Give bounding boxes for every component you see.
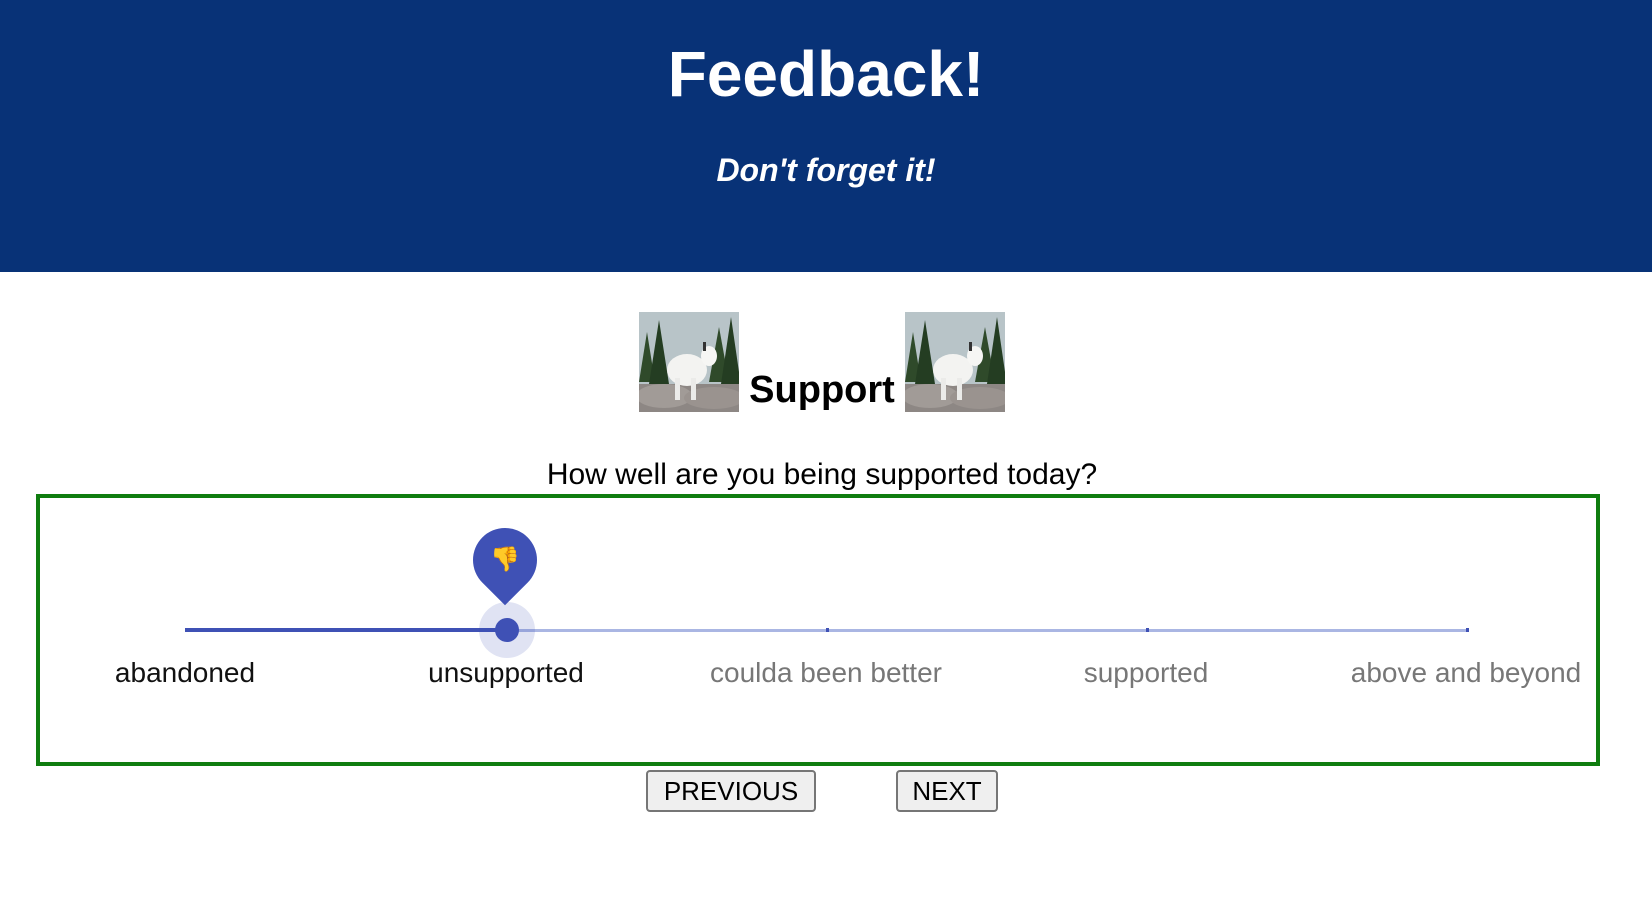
slider-thumb[interactable] bbox=[495, 618, 519, 642]
slider-track-filled bbox=[185, 628, 507, 632]
page-header: Feedback! Don't forget it! bbox=[0, 0, 1652, 272]
slider-mark-coulda-been-better[interactable]: coulda been better bbox=[710, 656, 942, 690]
support-question: How well are you being supported today? bbox=[546, 458, 1098, 491]
thumbs-down-icon: 👎 bbox=[490, 546, 520, 573]
next-button[interactable]: NEXT bbox=[896, 770, 998, 812]
slider-tick-mark bbox=[826, 628, 829, 632]
slider-tick-mark bbox=[1146, 628, 1149, 632]
section-heading: Support bbox=[0, 310, 1644, 412]
page-title: Feedback! bbox=[667, 38, 985, 110]
goat-image-right bbox=[904, 312, 1005, 412]
slider-mark-abandoned[interactable]: abandoned bbox=[115, 656, 255, 690]
goat-image-left bbox=[639, 312, 740, 412]
previous-button[interactable]: PREVIOUS bbox=[646, 770, 816, 812]
slider-tick-mark bbox=[1466, 628, 1469, 632]
slider-mark-above-and-beyond[interactable]: above and beyond bbox=[1351, 656, 1581, 690]
section-title: Support bbox=[749, 369, 895, 411]
slider-mark-unsupported[interactable]: unsupported bbox=[428, 656, 584, 690]
slider-mark-supported[interactable]: supported bbox=[1084, 656, 1209, 690]
page-subtitle: Don't forget it! bbox=[716, 152, 936, 188]
support-slider-container: 👎 abandoned unsupported coulda been bett… bbox=[36, 494, 1600, 766]
